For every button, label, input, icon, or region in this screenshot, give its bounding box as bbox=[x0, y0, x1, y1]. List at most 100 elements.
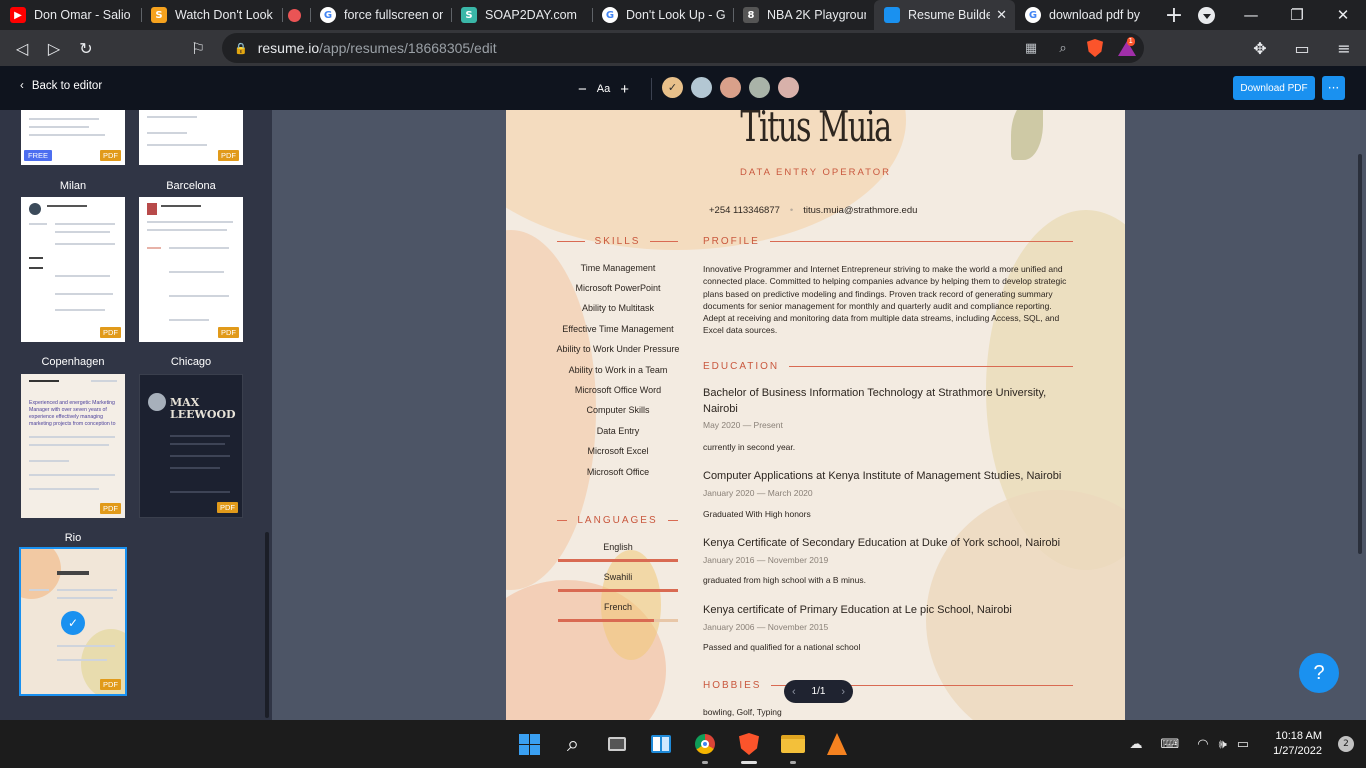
chevron-left-icon[interactable]: ‹ bbox=[792, 686, 796, 698]
browser-tab[interactable]: G Don't Look Up - G bbox=[592, 0, 733, 30]
notification-badge[interactable]: 2 bbox=[1338, 736, 1354, 752]
color-swatch[interactable] bbox=[720, 77, 741, 98]
browser-tab[interactable]: G force fullscreen on bbox=[310, 0, 451, 30]
wifi-icon[interactable]: ◠ bbox=[1197, 737, 1208, 752]
template-thumbnail[interactable]: FREE PDF bbox=[21, 110, 125, 165]
template-barcelona[interactable]: PDF bbox=[139, 197, 243, 342]
zoom-icon[interactable]: ⌕ bbox=[1054, 39, 1072, 57]
thumb-line bbox=[169, 271, 224, 273]
preview-scrollbar[interactable] bbox=[1358, 154, 1362, 554]
education-entry-dates: January 2006 — November 2015 bbox=[703, 622, 829, 632]
cloud-icon[interactable]: ☁ bbox=[1129, 737, 1142, 752]
close-window-icon[interactable]: ✕ bbox=[1320, 6, 1366, 24]
menu-icon[interactable]: ≡ bbox=[1328, 32, 1360, 64]
chevron-right-icon[interactable]: › bbox=[841, 686, 845, 698]
languages-heading: LANGUAGES bbox=[557, 514, 678, 526]
template-copenhagen[interactable]: Experienced and energetic Marketing Mana… bbox=[21, 374, 125, 518]
back-icon[interactable]: ◁ bbox=[6, 32, 38, 64]
browser-tab[interactable]: ▶ Don Omar - Salio El bbox=[0, 0, 141, 30]
template-rio[interactable]: ✓ PDF bbox=[19, 547, 127, 696]
browser-tab[interactable]: G download pdf by bbox=[1015, 0, 1156, 30]
tab-title: force fullscreen on bbox=[344, 8, 443, 22]
widgets-icon[interactable] bbox=[645, 728, 677, 760]
template-milan[interactable]: PDF bbox=[21, 197, 125, 342]
browser-tab[interactable]: S Watch Don't Look bbox=[141, 0, 282, 30]
template-name-rio: Rio bbox=[64, 532, 82, 544]
color-swatch[interactable] bbox=[749, 77, 770, 98]
battery-icon[interactable]: ▭ bbox=[1237, 737, 1249, 752]
color-swatch-selected[interactable]: ✓ bbox=[662, 77, 683, 98]
brave-browser-icon[interactable] bbox=[733, 728, 765, 764]
color-swatch[interactable] bbox=[778, 77, 799, 98]
new-tab-button[interactable]: + bbox=[1156, 0, 1192, 30]
bookmark-icon[interactable]: ⚐ bbox=[182, 32, 214, 64]
thumb-line bbox=[147, 144, 207, 146]
qr-code-icon[interactable]: ▦ bbox=[1022, 39, 1040, 57]
page-number: 1/1 bbox=[811, 686, 826, 697]
task-view-icon[interactable] bbox=[601, 728, 633, 760]
google-icon: G bbox=[602, 7, 618, 23]
template-chicago[interactable]: MAX LEEWOOD PDF bbox=[139, 374, 243, 518]
s-icon: S bbox=[461, 7, 477, 23]
more-options-button[interactable]: ··· bbox=[1322, 76, 1345, 100]
browser-tab-active[interactable]: Resume Builde ✕ bbox=[874, 0, 1015, 30]
download-pdf-button[interactable]: Download PDF bbox=[1233, 76, 1315, 100]
keyboard-icon[interactable]: ⌨ bbox=[1160, 737, 1179, 752]
education-entry-desc: Graduated With High honors bbox=[703, 509, 811, 519]
help-button[interactable]: ? bbox=[1299, 653, 1339, 693]
url-text: resume.io/app/resumes/18668305/edit bbox=[258, 40, 497, 56]
check-icon: ✓ bbox=[667, 81, 678, 94]
brave-shields-icon[interactable]: 2 bbox=[1086, 39, 1104, 57]
font-increase-button[interactable]: + bbox=[620, 81, 629, 98]
wallet-icon[interactable]: ▭ bbox=[1286, 32, 1318, 64]
vlc-icon[interactable] bbox=[821, 728, 853, 760]
sidebar-scrollbar[interactable] bbox=[265, 532, 269, 718]
education-entry-desc: graduated from high school with a B minu… bbox=[703, 575, 867, 585]
reload-icon[interactable]: ↻ bbox=[70, 32, 102, 64]
red-dot-icon bbox=[288, 8, 301, 22]
template-sidebar: FREE PDF PDF Milan Barcelona PDF PDF Cop… bbox=[0, 110, 272, 720]
thumb-line bbox=[170, 435, 230, 437]
forward-icon[interactable]: ▷ bbox=[38, 32, 70, 64]
extensions-icon[interactable]: ✥ bbox=[1244, 32, 1276, 64]
heading-rule bbox=[667, 519, 678, 521]
page-indicator: ‹ 1/1 › bbox=[784, 680, 853, 703]
file-explorer-icon[interactable] bbox=[777, 728, 809, 764]
address-bar[interactable]: 🔒 resume.io/app/resumes/18668305/edit ▦ … bbox=[222, 33, 1144, 63]
volume-icon[interactable]: 🕪 bbox=[1219, 737, 1227, 752]
clock[interactable]: 10:18 AM 1/27/2022 bbox=[1273, 729, 1322, 759]
window-controls: — ❐ ✕ bbox=[1228, 0, 1366, 30]
search-icon[interactable]: ⌕ bbox=[557, 728, 589, 760]
resume-name: Titus Muia bbox=[740, 110, 892, 151]
thumb-line bbox=[57, 589, 117, 591]
education-entry-title: Computer Applications at Kenya Institute… bbox=[703, 470, 1062, 482]
font-decrease-button[interactable]: − bbox=[578, 81, 587, 98]
browser-tab[interactable]: 8 NBA 2K Playgroun bbox=[733, 0, 874, 30]
tab-search-icon[interactable] bbox=[1198, 7, 1215, 24]
thumb-line bbox=[29, 380, 59, 382]
close-tab-icon[interactable]: ✕ bbox=[996, 8, 1007, 23]
browser-tab[interactable]: S SOAP2DAY.com bbox=[451, 0, 592, 30]
running-indicator bbox=[702, 761, 708, 764]
skill-item: Microsoft Excel bbox=[587, 446, 649, 456]
chrome-icon[interactable] bbox=[689, 728, 721, 764]
system-tray: ☁ ⌨ ◠ 🕪 ▭ 10:18 AM 1/27/2022 2 bbox=[1129, 720, 1366, 768]
back-to-editor-link[interactable]: ‹ Back to editor bbox=[20, 80, 102, 92]
font-size-control: − Aa + bbox=[578, 78, 652, 100]
brave-rewards-icon[interactable]: 1 bbox=[1118, 36, 1136, 57]
thumb-line bbox=[170, 443, 225, 445]
tab-title: SOAP2DAY.com bbox=[485, 8, 577, 22]
separator: • bbox=[789, 205, 794, 216]
skill-item: Time Management bbox=[580, 263, 656, 273]
restore-icon[interactable]: ❐ bbox=[1274, 6, 1320, 24]
avatar bbox=[147, 203, 157, 215]
browser-tab[interactable] bbox=[282, 0, 310, 30]
taskbar-apps: ⌕ bbox=[513, 728, 853, 764]
minimize-icon[interactable]: — bbox=[1228, 6, 1274, 24]
template-thumbnail[interactable]: PDF bbox=[139, 110, 243, 165]
tab-title: Resume Builde bbox=[908, 8, 991, 22]
color-swatch[interactable] bbox=[691, 77, 712, 98]
pdf-badge: PDF bbox=[100, 679, 121, 690]
start-icon[interactable] bbox=[513, 728, 545, 760]
language-name: Swahili bbox=[603, 572, 633, 582]
